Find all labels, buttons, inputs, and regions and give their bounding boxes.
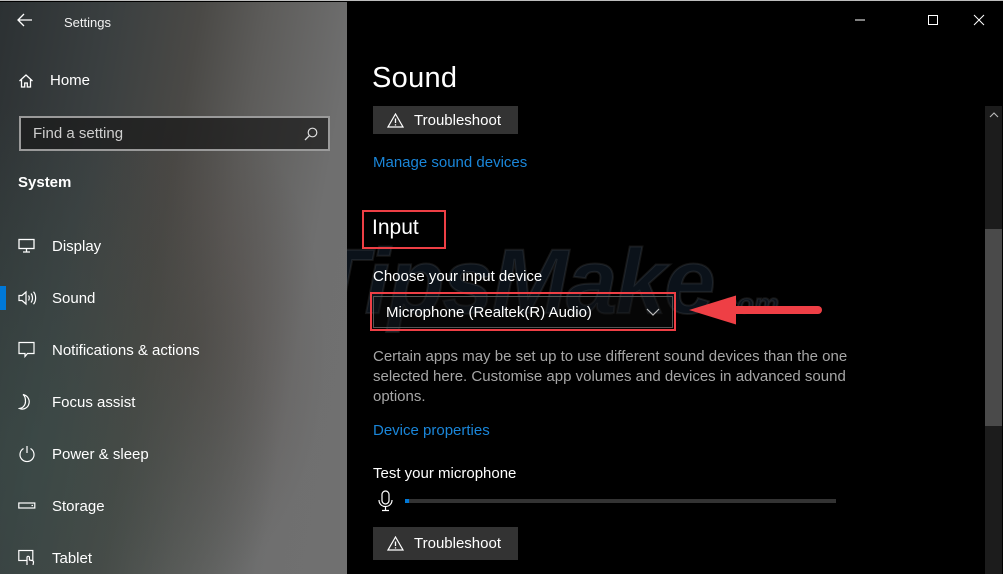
power-icon xyxy=(19,446,35,463)
home-icon xyxy=(19,73,33,88)
annotation-arrow xyxy=(689,295,822,325)
moon-icon xyxy=(18,393,30,410)
mic-level-fill xyxy=(405,499,410,503)
manage-sound-devices-link[interactable]: Manage sound devices xyxy=(373,154,527,171)
content-pane: Sound Troubleshoot Manage sound devices … xyxy=(347,2,1003,574)
search-icon[interactable] xyxy=(304,127,318,141)
section-title-system: System xyxy=(18,174,72,191)
troubleshoot-label: Troubleshoot xyxy=(414,535,501,552)
maximize-icon xyxy=(928,15,938,25)
tablet-icon xyxy=(18,549,35,566)
speaker-icon xyxy=(18,290,37,306)
page-title: Sound xyxy=(372,62,458,94)
mic-level-row xyxy=(377,490,836,512)
back-arrow-icon xyxy=(17,13,32,27)
sidebar-item-home[interactable]: Home xyxy=(18,72,90,89)
dropdown-highlight xyxy=(370,292,676,331)
sidebar: Settings Home System Display xyxy=(0,2,347,574)
scroll-up-button[interactable] xyxy=(985,106,1002,123)
choose-input-device-label: Choose your input device xyxy=(373,268,543,285)
sidebar-item-label: Display xyxy=(52,237,102,255)
sidebar-item-storage[interactable]: Storage xyxy=(0,484,347,528)
warning-icon xyxy=(387,536,404,551)
output-troubleshoot-button[interactable]: Troubleshoot xyxy=(373,106,518,134)
sidebar-item-sound[interactable]: Sound xyxy=(0,276,347,320)
sidebar-item-label: Sound xyxy=(52,289,96,307)
scroll-thumb[interactable] xyxy=(985,229,1002,426)
device-properties-link[interactable]: Device properties xyxy=(373,422,490,439)
back-button[interactable] xyxy=(10,6,40,34)
search-input[interactable] xyxy=(33,125,304,142)
close-icon xyxy=(973,14,985,26)
sidebar-item-tablet[interactable]: Tablet xyxy=(0,536,347,574)
sidebar-item-label: Storage xyxy=(52,497,105,515)
scrollbar[interactable] xyxy=(985,106,1002,574)
maximize-button[interactable] xyxy=(910,6,956,34)
close-button[interactable] xyxy=(956,6,1002,34)
minimize-icon xyxy=(855,19,865,21)
notification-icon xyxy=(18,341,35,359)
sidebar-item-label: Power & sleep xyxy=(52,445,149,463)
input-description: Certain apps may be set up to use differ… xyxy=(373,348,848,405)
storage-icon xyxy=(18,502,36,509)
warning-icon xyxy=(387,112,404,128)
settings-window: Settings Home System Display xyxy=(0,0,1003,574)
sidebar-item-focus-assist[interactable]: Focus assist xyxy=(0,380,347,424)
sidebar-item-label: Focus assist xyxy=(52,393,136,411)
input-heading-highlight xyxy=(362,210,446,249)
chevron-up-icon xyxy=(989,111,998,117)
sidebar-item-display[interactable]: Display xyxy=(0,224,347,268)
monitor-icon xyxy=(18,238,35,253)
sidebar-item-label: Tablet xyxy=(52,549,93,567)
minimize-button[interactable] xyxy=(837,6,883,34)
sidebar-item-notifications[interactable]: Notifications & actions xyxy=(0,328,347,372)
sidebar-item-power-sleep[interactable]: Power & sleep xyxy=(0,432,347,476)
microphone-icon xyxy=(378,490,393,512)
app-title: Settings xyxy=(64,15,111,30)
active-indicator xyxy=(0,286,6,310)
mic-level-meter xyxy=(405,499,836,503)
search-box[interactable] xyxy=(19,116,330,151)
home-label: Home xyxy=(50,72,91,89)
sidebar-item-label: Notifications & actions xyxy=(52,341,200,359)
troubleshoot-label: Troubleshoot xyxy=(414,111,501,129)
input-troubleshoot-button[interactable]: Troubleshoot xyxy=(373,527,518,560)
test-microphone-label: Test your microphone xyxy=(373,465,517,482)
